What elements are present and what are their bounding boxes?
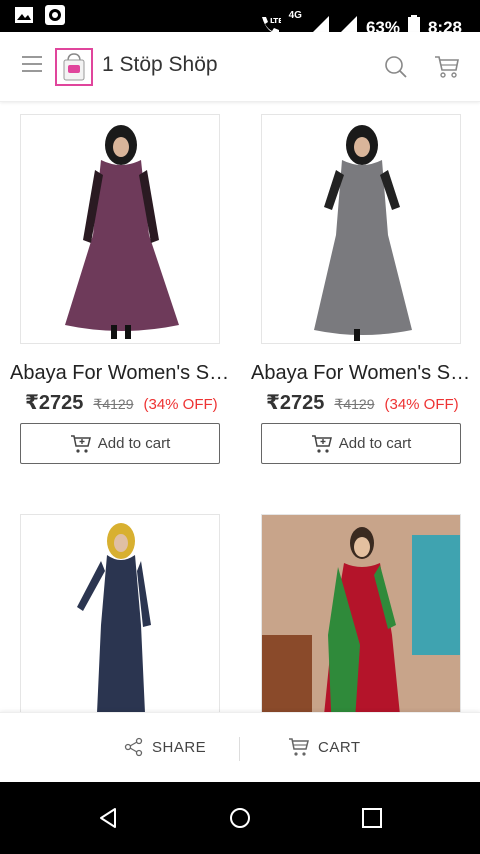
action-divider <box>239 737 240 761</box>
home-icon[interactable] <box>228 806 252 830</box>
product-title[interactable]: Abaya For Women's SK… <box>10 362 235 385</box>
app-header: 1 Stöp Shöp <box>0 32 480 102</box>
product-image[interactable] <box>20 514 220 712</box>
sale-price: ₹2725 <box>266 392 325 414</box>
back-icon[interactable] <box>96 806 120 830</box>
recents-icon[interactable] <box>360 806 384 830</box>
shopping-bag-logo-icon <box>63 53 85 81</box>
cart-add-icon <box>70 434 91 453</box>
cart-add-icon <box>311 434 332 453</box>
product-grid: Abaya For Women's SK… ₹2725 ₹4129 (34% O… <box>0 102 480 712</box>
image-notification-icon <box>14 6 34 29</box>
system-navigation-bar <box>0 782 480 854</box>
search-icon[interactable] <box>384 55 408 79</box>
app-title: 1 Stöp Shöp <box>102 53 218 76</box>
share-label: SHARE <box>152 738 207 756</box>
add-to-cart-button[interactable]: Add to cart <box>20 423 220 464</box>
add-to-cart-label: Add to cart <box>338 435 412 452</box>
add-to-cart-label: Add to cart <box>97 435 171 452</box>
store-logo[interactable] <box>55 48 93 86</box>
add-to-cart-button[interactable]: Add to cart <box>261 423 461 464</box>
cart-icon[interactable] <box>434 55 460 79</box>
status-bar: LTE 4G↓↑ 63% 8:28 <box>0 0 480 45</box>
discount-badge: (34% OFF) <box>143 396 218 413</box>
svg-text:LTE: LTE <box>270 17 281 25</box>
product-image[interactable] <box>261 514 461 712</box>
original-price: ₹4129 <box>334 396 375 412</box>
price-row: ₹2725 ₹4129 (34% OFF) <box>266 390 459 415</box>
sale-price: ₹2725 <box>25 392 84 414</box>
share-button[interactable]: SHARE <box>124 737 206 757</box>
discount-badge: (34% OFF) <box>384 396 459 413</box>
product-image[interactable] <box>261 114 461 344</box>
price-row: ₹2725 ₹4129 (34% OFF) <box>25 390 218 415</box>
cart-button[interactable]: CART <box>288 737 361 757</box>
product-title[interactable]: Abaya For Women's SK… <box>251 362 476 385</box>
share-icon <box>124 737 143 757</box>
product-image[interactable] <box>20 114 220 344</box>
original-price: ₹4129 <box>93 396 134 412</box>
bottom-action-bar: SHARE CART <box>0 712 480 782</box>
cart-label: CART <box>318 738 361 756</box>
record-notification-icon <box>44 4 66 31</box>
cart-icon <box>289 738 309 756</box>
hamburger-menu-icon[interactable] <box>22 56 44 74</box>
